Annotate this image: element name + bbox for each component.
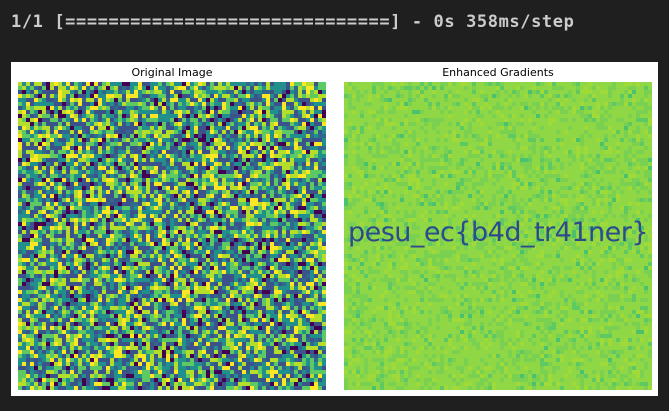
original-image-noise: [18, 82, 326, 390]
matplotlib-figure: Original Image Enhanced Gradients pesu_e…: [11, 62, 658, 396]
enhanced-gradients-title: Enhanced Gradients: [442, 66, 554, 79]
original-image-title: Original Image: [131, 66, 213, 79]
enhanced-gradients-image: pesu_ec{b4d_tr41ner}: [344, 82, 652, 390]
keras-progress-output: 1/1 [==============================] - 0…: [11, 12, 575, 32]
flag-text: pesu_ec{b4d_tr41ner}: [347, 217, 649, 248]
